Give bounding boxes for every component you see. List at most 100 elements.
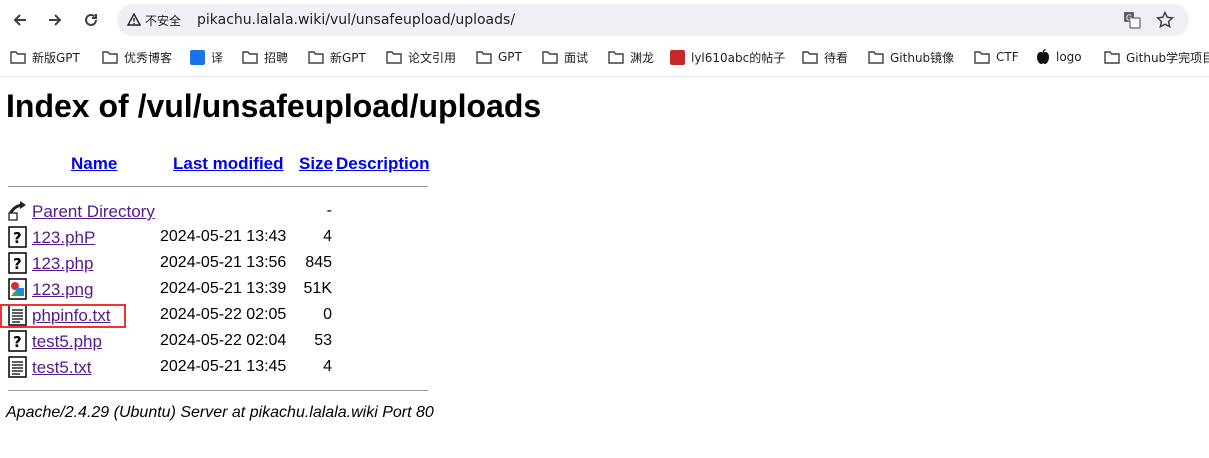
- security-label: 不安全: [145, 13, 182, 28]
- column-header-name[interactable]: Name: [71, 154, 117, 174]
- bookmark-label: Github镜像: [890, 50, 955, 65]
- file-size: 845: [305, 254, 332, 271]
- file-size: 51K: [303, 280, 332, 297]
- file-link[interactable]: 123.php: [32, 254, 93, 274]
- bookmark-label: 优秀博客: [124, 50, 173, 65]
- folder-icon: [386, 51, 402, 64]
- bookmark-label: Github学完项目: [1126, 50, 1209, 65]
- bookmark-star-icon[interactable]: [1155, 10, 1175, 30]
- text-file-icon: [8, 356, 27, 378]
- file-date: 2024-05-22 02:05: [160, 306, 287, 323]
- folder-icon: [974, 51, 990, 64]
- svg-text:G: G: [1126, 14, 1132, 23]
- page-title: Index of /vul/unsafeupload/uploads: [6, 88, 542, 124]
- bookmark-item[interactable]: 面试: [542, 47, 588, 67]
- file-size: 4: [323, 358, 332, 375]
- unknown-file-icon: ?: [8, 252, 27, 274]
- table-row: ? 123.phP 2024-05-21 13:43 4: [0, 226, 440, 252]
- file-date: 2024-05-21 13:56: [160, 254, 287, 271]
- bookmark-label: 译: [211, 50, 224, 65]
- bookmark-item[interactable]: Github镜像: [868, 47, 954, 67]
- bookmark-item[interactable]: 新GPT: [308, 47, 366, 67]
- folder-icon: [476, 51, 492, 64]
- bookmark-item[interactable]: 新版GPT: [10, 47, 80, 67]
- folder-icon: [802, 51, 818, 64]
- file-date: 2024-05-21 13:39: [160, 280, 287, 297]
- bookmark-item[interactable]: GPT: [476, 47, 522, 67]
- folder-icon: [1104, 51, 1120, 64]
- bookmark-item[interactable]: 招聘: [242, 47, 288, 67]
- bookmark-label: 待看: [824, 50, 849, 65]
- browser-toolbar: 不安全 pikachu.lalala.wiki/vul/unsafeupload…: [0, 0, 1209, 40]
- bookmark-label: CTF: [996, 50, 1019, 64]
- file-date: 2024-05-22 02:04: [160, 332, 287, 349]
- table-row: 123.png 2024-05-21 13:39 51K: [0, 278, 440, 304]
- page-content: Index of /vul/unsafeupload/uploads Name …: [0, 78, 1209, 458]
- file-date: 2024-05-21 13:45: [160, 358, 287, 375]
- translate-icon[interactable]: G: [1122, 10, 1142, 30]
- highlight-box: [0, 304, 126, 328]
- file-link[interactable]: 123.phP: [32, 228, 95, 248]
- table-row: ? 123.php 2024-05-21 13:56 845: [0, 252, 440, 278]
- bookmark-item[interactable]: CTF: [974, 47, 1019, 67]
- unknown-file-icon: ?: [8, 226, 27, 248]
- forward-button[interactable]: [43, 8, 67, 32]
- toolbar-divider: [0, 76, 1209, 77]
- apple-icon: [1037, 49, 1049, 64]
- address-bar[interactable]: 不安全 pikachu.lalala.wiki/vul/unsafeupload…: [117, 4, 1189, 36]
- reload-icon: [85, 13, 97, 26]
- bookmark-item[interactable]: 译: [190, 47, 223, 67]
- back-arrow-icon: [13, 14, 26, 26]
- bookmark-label: logo: [1056, 50, 1082, 64]
- bookmark-item[interactable]: 渊龙: [608, 47, 654, 67]
- file-link[interactable]: test5.txt: [32, 358, 92, 378]
- bookmarks-bar: 新版GPT 优秀博客 译 招聘 新GPT 论文引用 GPT 面试 渊龙 lyl6…: [0, 41, 1209, 73]
- file-size: -: [326, 202, 332, 219]
- folder-icon: [608, 51, 624, 64]
- bookmark-label: GPT: [498, 50, 522, 64]
- translate-badge-icon: [190, 49, 205, 65]
- bookmark-label: 渊龙: [630, 50, 655, 65]
- folder-icon: [308, 51, 324, 64]
- bookmark-item[interactable]: lyl610abc的帖子: [670, 47, 785, 67]
- folder-icon: [242, 51, 258, 64]
- svg-text:?: ?: [13, 255, 22, 273]
- file-size: 4: [323, 228, 332, 245]
- svg-text:?: ?: [13, 333, 22, 351]
- image-file-icon: [8, 278, 27, 300]
- reload-button[interactable]: [79, 8, 103, 32]
- folder-icon: [10, 51, 26, 64]
- file-size: 0: [323, 306, 332, 323]
- bookmark-label: 面试: [564, 50, 589, 65]
- column-header-description[interactable]: Description: [336, 154, 430, 174]
- back-button[interactable]: [8, 8, 32, 32]
- bookmark-label: 新GPT: [330, 50, 366, 65]
- bookmark-item[interactable]: 优秀博客: [102, 47, 172, 67]
- table-row: ? test5.php 2024-05-22 02:04 53: [0, 330, 440, 356]
- security-indicator[interactable]: 不安全: [127, 11, 181, 29]
- column-header-size[interactable]: Size: [299, 154, 333, 174]
- folder-icon: [868, 51, 884, 64]
- file-link[interactable]: test5.php: [32, 332, 102, 352]
- bookmark-item[interactable]: Github学完项目: [1104, 47, 1209, 67]
- header-rule: [8, 186, 428, 187]
- folder-icon: [542, 51, 558, 64]
- unknown-file-icon: ?: [8, 330, 27, 352]
- server-signature: Apache/2.4.29 (Ubuntu) Server at pikachu…: [6, 404, 434, 421]
- bookmark-label: lyl610abc的帖子: [691, 50, 786, 65]
- forward-arrow-icon: [49, 14, 62, 26]
- file-link[interactable]: Parent Directory: [32, 202, 155, 222]
- url-text[interactable]: pikachu.lalala.wiki/vul/unsafeupload/upl…: [197, 12, 515, 28]
- file-link[interactable]: 123.png: [32, 280, 93, 300]
- bookmark-label: 论文引用: [408, 50, 457, 65]
- bookmark-label: 新版GPT: [32, 50, 80, 65]
- bookmark-item[interactable]: 论文引用: [386, 47, 456, 67]
- warning-triangle-icon: [127, 13, 141, 26]
- footer-rule: [8, 390, 428, 391]
- svg-text:?: ?: [13, 229, 22, 247]
- file-date: 2024-05-21 13:43: [160, 228, 287, 245]
- bookmark-item[interactable]: 待看: [802, 47, 848, 67]
- bookmark-item[interactable]: logo: [1036, 47, 1082, 67]
- column-header-last-modified[interactable]: Last modified: [173, 154, 284, 174]
- file-size: 53: [314, 332, 332, 349]
